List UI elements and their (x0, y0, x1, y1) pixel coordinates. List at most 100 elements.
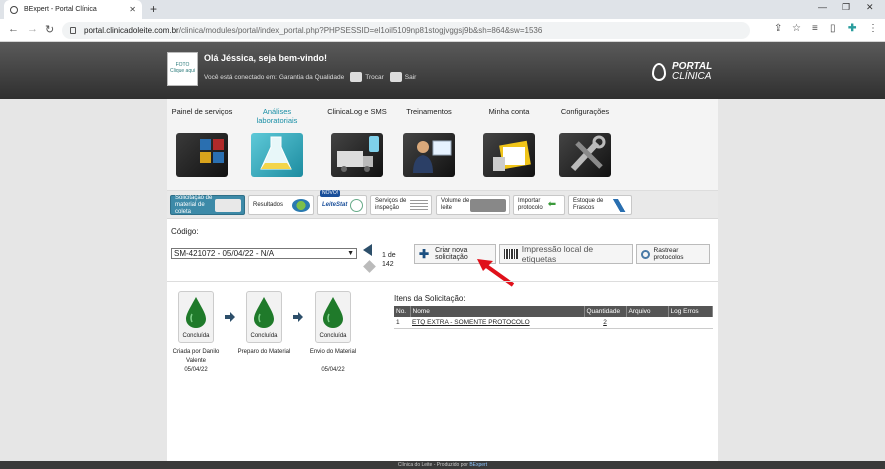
reload-icon[interactable]: ↻ (45, 23, 54, 36)
red-pointer-arrow (477, 259, 515, 287)
col-header: No. (394, 306, 411, 317)
avatar[interactable]: FOTO Clique aqui (167, 52, 198, 86)
new-badge: NOVO! (320, 190, 341, 197)
step-status: Concluída (250, 333, 278, 339)
menu-item-painel[interactable]: Painel de serviços (170, 107, 234, 177)
submenu-solicitacao[interactable]: Solicitação de material de coleta (170, 195, 245, 215)
forward-icon[interactable]: → (27, 23, 38, 35)
page-footer: Clínica do Leite - Produzido por BExpert (0, 461, 885, 469)
menu-item-treinamentos[interactable]: Treinamentos (397, 107, 461, 177)
submenu-resultados[interactable]: Resultados (248, 195, 314, 215)
import-arrow-icon: ⬅ (543, 199, 561, 212)
side-panel-icon[interactable]: ▯ (830, 23, 836, 34)
submenu-servicos-inspecao[interactable]: Serviços de inspeção (370, 195, 432, 215)
milk-drop-icon (254, 297, 274, 328)
step-status: Concluída (319, 333, 347, 339)
window-close-icon[interactable]: ✕ (866, 2, 874, 13)
step-status: Concluída (182, 333, 210, 339)
extension-icon[interactable]: ✚ (848, 23, 856, 34)
dashboard-icon (176, 133, 228, 177)
menu-label: Painel de serviços (171, 107, 233, 116)
leitestat-icon (350, 199, 363, 212)
next-arrow-icon[interactable] (363, 260, 376, 273)
logo-line2: CLÍNICA (672, 71, 712, 82)
submenu-leitestat[interactable]: LeiteStat NOVO! (317, 190, 367, 215)
track-protocols-button[interactable]: Rastrear protocolos (636, 244, 710, 264)
submenu-label: Estoque de Frascos (573, 198, 604, 211)
share-icon[interactable]: ⇪ (774, 23, 782, 34)
back-icon[interactable]: ← (8, 23, 19, 35)
cell-log (668, 317, 713, 329)
switch-link[interactable]: Trocar (365, 74, 384, 81)
submenu-label: Solicitação de material de coleta (175, 194, 213, 215)
new-tab-button[interactable]: + (150, 2, 157, 16)
submenu-estoque-frascos[interactable]: Estoque de Frascos (568, 195, 632, 215)
flask-tube-icon (610, 199, 628, 212)
menu-item-configuracoes[interactable]: Configurações (553, 107, 617, 177)
lab-flask-icon (251, 133, 303, 177)
footer-brand-link[interactable]: BExpert (469, 462, 487, 468)
milk-drop-icon (323, 297, 343, 328)
submenu-label: Serviços de inspeção (375, 198, 407, 211)
cell-quantidade-link[interactable]: 2 (584, 317, 626, 329)
print-labels-button[interactable]: Impressão local de etiquetas (499, 244, 633, 264)
step-description: Preparo do Material (237, 349, 291, 355)
lock-icon (70, 27, 76, 34)
menu-item-clinicalog[interactable]: ClinicaLog e SMS (325, 107, 389, 177)
step-description: Criada por Danilo Valente (172, 349, 220, 364)
code-label: Código: (171, 227, 199, 236)
code-select-value: SM-421072 - 05/04/22 - N/A (174, 249, 275, 258)
main-panel: Painel de serviços Análises laboratoriai… (167, 99, 718, 461)
logout-link[interactable]: Sair (405, 74, 417, 81)
menu-label: Minha conta (488, 107, 530, 116)
connected-label: Você está conectado em: (204, 73, 277, 81)
address-bar-area: ← → ↻ portal.clinicadoleite.com.br/clini… (0, 19, 885, 42)
sub-menu: Solicitação de material de coleta Result… (167, 190, 718, 219)
browser-menu-icon[interactable]: ⋮ (868, 23, 878, 34)
close-tab-icon[interactable]: ✕ (129, 5, 136, 14)
reading-list-icon[interactable]: ≡ (812, 23, 818, 34)
submenu-importar-protocolos[interactable]: Importar protocolos ⬅ (513, 195, 565, 215)
logout-icon[interactable] (389, 72, 402, 82)
menu-item-analises[interactable]: Análises laboratoriais (245, 107, 309, 177)
browser-tab[interactable]: BExpert - Portal Clínica ✕ (4, 0, 142, 19)
browser-tab-bar: BExpert - Portal Clínica ✕ + — ❐ ✕ (0, 0, 885, 19)
url-input[interactable]: portal.clinicadoleite.com.br/clinica/mod… (62, 22, 750, 39)
table-row: 1 ETQ EXTRA - SOMENTE PROTOCOLO 2 (394, 317, 713, 329)
submenu-label: LeiteStat (322, 201, 348, 208)
step-envio: Concluída (315, 291, 351, 343)
box-icon (215, 199, 241, 212)
tools-icon (559, 133, 611, 177)
restore-icon[interactable]: ❐ (842, 2, 850, 13)
minimize-icon[interactable]: — (818, 2, 827, 12)
step-arrow-icon (293, 312, 303, 322)
col-header: Quantidade (584, 306, 627, 317)
print-labels-label: Impressão local de etiquetas (521, 244, 594, 264)
step-date: 05/04/22 (321, 367, 345, 373)
divider (167, 281, 718, 282)
step-preparo: Concluída (246, 291, 282, 343)
magnifier-icon (641, 249, 650, 259)
cell-nome-link[interactable]: ETQ EXTRA - SOMENTE PROTOCOLO (410, 317, 584, 329)
track-protocols-label: Rastrear protocolos (653, 247, 684, 261)
account-folder-icon (483, 133, 535, 177)
menu-label: Configurações (560, 107, 610, 116)
submenu-volume-leite[interactable]: Volume de leite (436, 195, 510, 215)
chevron-down-icon: ▼ (347, 250, 354, 257)
bookmark-star-icon[interactable]: ☆ (792, 23, 801, 34)
col-header: Log Erros (668, 306, 713, 317)
cell-arquivo (626, 317, 668, 329)
portal-logo: PORTAL CLÍNICA (652, 62, 712, 82)
footer-text: Clínica do Leite - Produzido por (397, 462, 468, 468)
cell-no: 1 (394, 317, 410, 329)
code-select[interactable]: SM-421072 - 05/04/22 - N/A ▼ (171, 248, 357, 259)
connected-value: Garantia da Qualidade (278, 73, 345, 81)
items-title: Itens da Solicitação: (394, 294, 466, 303)
checklist-icon (410, 199, 428, 212)
portal-header (0, 42, 885, 99)
col-header: Nome (410, 306, 585, 317)
switch-icon[interactable] (350, 72, 363, 82)
previous-arrow-icon[interactable] (363, 244, 372, 256)
truck-icon (470, 199, 506, 212)
menu-item-minha-conta[interactable]: Minha conta (477, 107, 541, 177)
